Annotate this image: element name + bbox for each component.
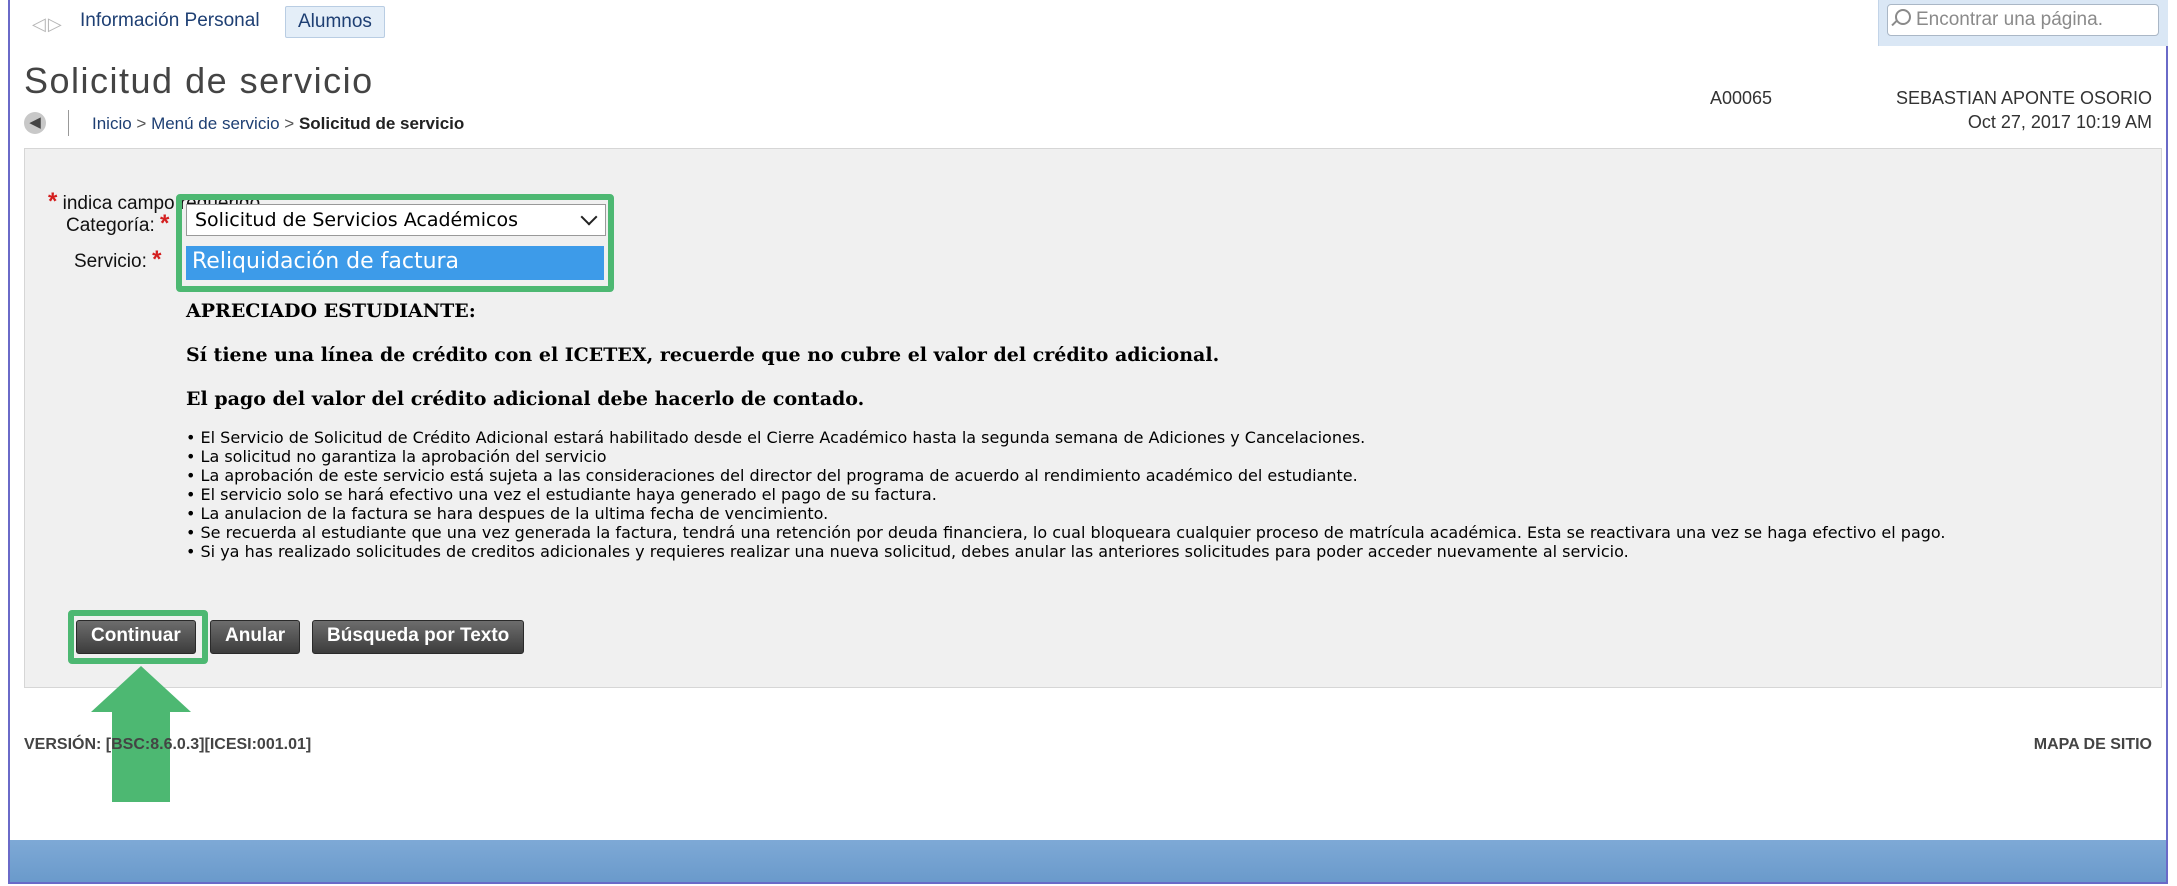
breadcrumb-separator: > bbox=[279, 114, 299, 133]
list-item: • Se recuerda al estudiante que una vez … bbox=[186, 523, 1946, 542]
category-label: Categoría: * bbox=[66, 210, 169, 238]
search-icon bbox=[1895, 9, 1911, 25]
service-label: Servicio: * bbox=[74, 246, 161, 274]
required-star-icon: * bbox=[160, 210, 170, 237]
list-item: • La solicitud no garantiza la aprobació… bbox=[186, 447, 607, 466]
top-navigation: ◁▷ Información Personal Alumnos Encontra… bbox=[10, 0, 2168, 46]
required-star-icon: * bbox=[152, 246, 162, 273]
breadcrumb-separator: > bbox=[131, 114, 152, 133]
breadcrumb-inicio[interactable]: Inicio bbox=[92, 114, 132, 133]
notice-heading: APRECIADO ESTUDIANTE: bbox=[186, 300, 476, 322]
up-arrow-shaft bbox=[112, 710, 170, 802]
list-item: • El servicio solo se hará efectivo una … bbox=[186, 485, 937, 504]
footer-bar bbox=[10, 840, 2166, 882]
required-star-icon: * bbox=[48, 188, 58, 215]
list-item: • El Servicio de Solicitud de Crédito Ad… bbox=[186, 428, 1366, 447]
busqueda-texto-button[interactable]: Búsqueda por Texto bbox=[312, 620, 525, 654]
tab-informacion-personal[interactable]: Información Personal bbox=[80, 10, 260, 32]
breadcrumb: Inicio > Menú de servicio > Solicitud de… bbox=[92, 114, 464, 134]
breadcrumb-divider bbox=[68, 110, 69, 136]
user-name: SEBASTIAN APONTE OSORIO bbox=[1895, 88, 2152, 108]
version-text: VERSIÓN: [BSC:8.6.0.3][ICESI:001.01] bbox=[24, 736, 312, 753]
anular-button[interactable]: Anular bbox=[210, 620, 301, 654]
breadcrumb-menu-servicio[interactable]: Menú de servicio bbox=[151, 114, 280, 133]
up-arrow-icon bbox=[91, 666, 191, 712]
notice-bullets: • El Servicio de Solicitud de Crédito Ad… bbox=[186, 428, 2066, 561]
breadcrumb-current: Solicitud de servicio bbox=[298, 114, 465, 133]
highlight-box-continuar bbox=[68, 610, 208, 664]
category-label-text: Categoría: bbox=[66, 215, 155, 236]
page-title: Solicitud de servicio bbox=[24, 60, 374, 101]
nav-arrows-icon[interactable]: ◁▷ bbox=[32, 14, 64, 35]
back-arrow-icon[interactable]: ◀ bbox=[24, 112, 46, 134]
list-item: • Si ya has realizado solicitudes de cre… bbox=[186, 542, 1629, 561]
user-id: A00065 bbox=[1710, 88, 1773, 108]
search-input[interactable]: Encontrar una página. bbox=[1887, 4, 2159, 36]
mapa-de-sitio-link[interactable]: MAPA DE SITIO bbox=[2034, 736, 2152, 754]
notice-icetex: Sí tiene una línea de crédito con el ICE… bbox=[186, 344, 1220, 366]
user-datetime: Oct 27, 2017 10:19 AM bbox=[1967, 112, 2152, 132]
service-label-text: Servicio: bbox=[74, 251, 147, 272]
highlight-box-fields bbox=[176, 194, 614, 292]
notice-contado: El pago del valor del crédito adicional … bbox=[186, 388, 865, 410]
search-area: Encontrar una página. bbox=[1878, 0, 2168, 46]
list-item: • La anulacion de la factura se hara des… bbox=[186, 504, 829, 523]
list-item: • La aprobación de este servicio está su… bbox=[186, 466, 1358, 485]
tab-alumnos[interactable]: Alumnos bbox=[285, 6, 385, 38]
app-window: ◁▷ Información Personal Alumnos Encontra… bbox=[8, 0, 2168, 884]
